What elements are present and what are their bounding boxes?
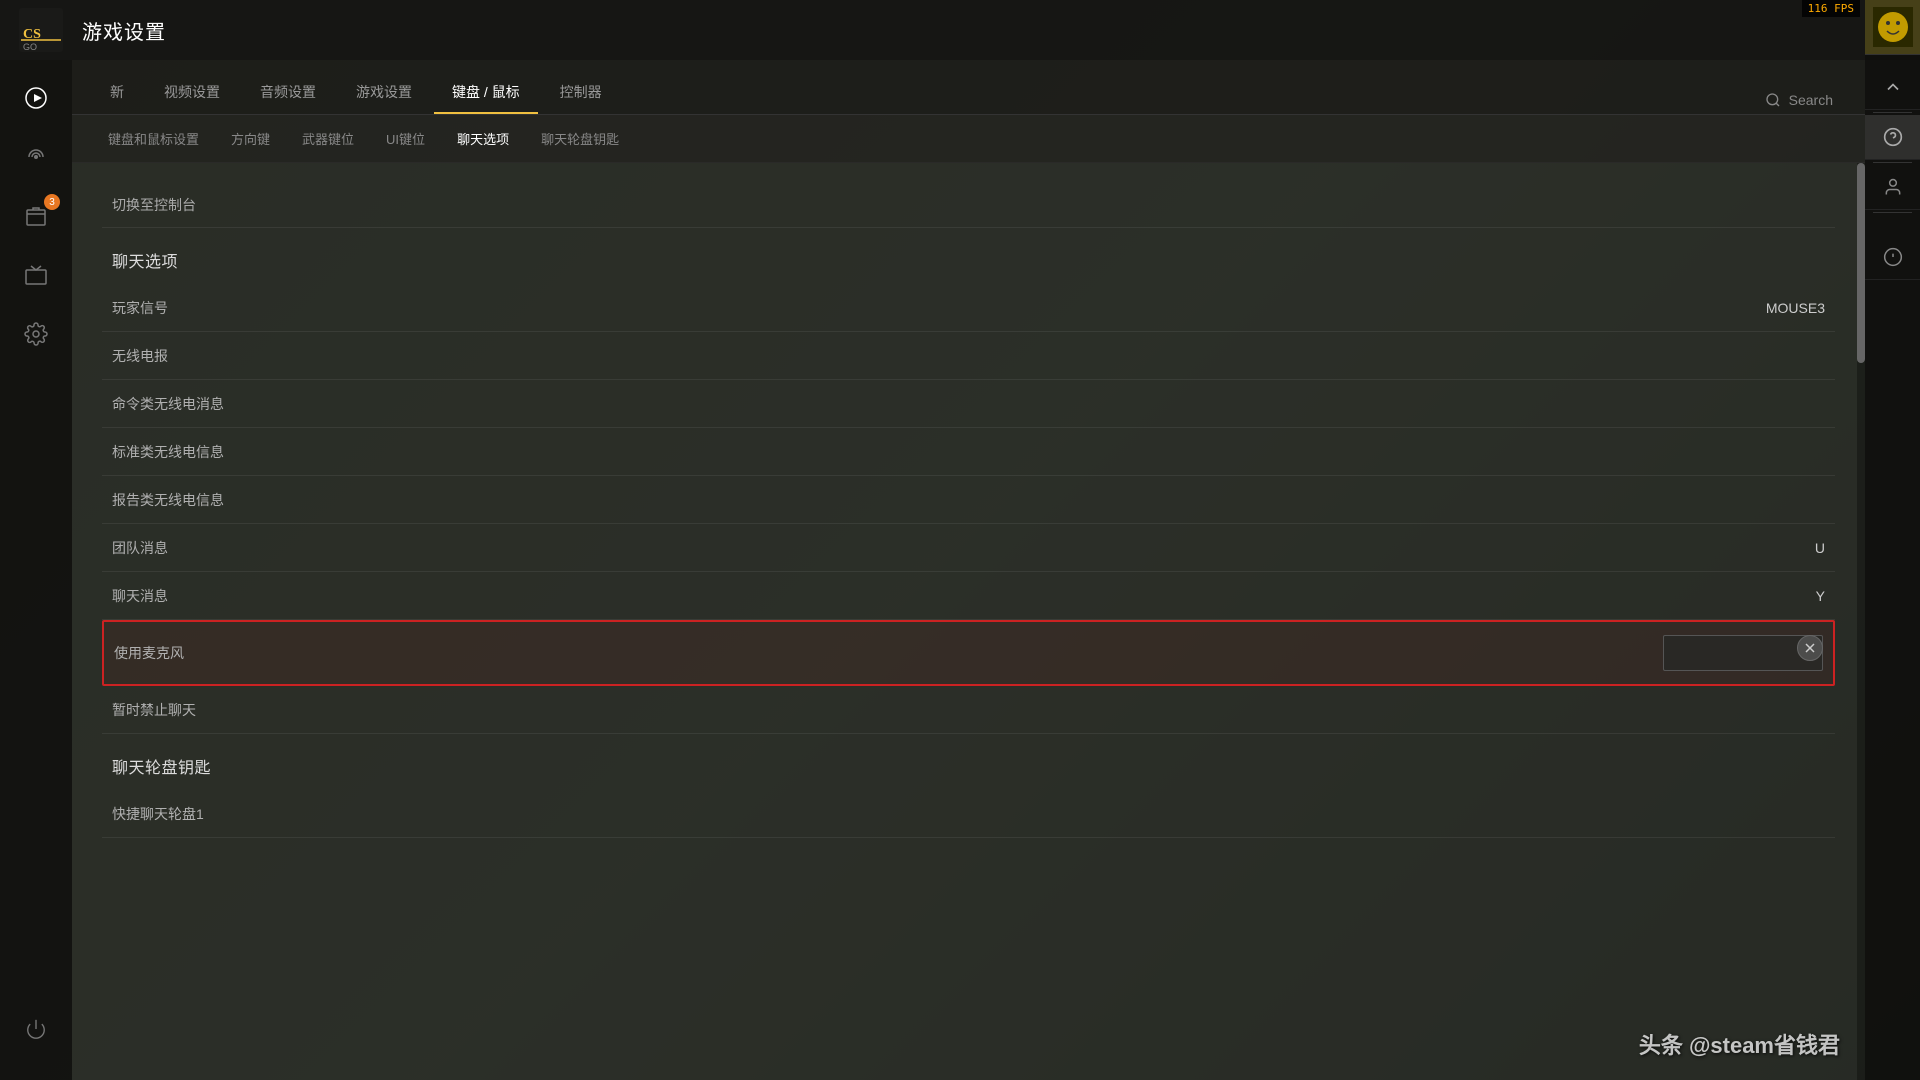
truncated-row-label: 切换至控制台 (112, 195, 1825, 215)
row-team-message-label: 团队消息 (112, 538, 1745, 558)
row-quick-chat-wheel1-label: 快捷聊天轮盘1 (112, 804, 1745, 824)
settings-content: 切换至控制台 聊天选项 玩家信号 MOUSE3 无线电报 命令类无线电消息 标准… (72, 163, 1865, 1080)
help-icon[interactable] (1865, 115, 1920, 160)
scroll-thumb[interactable] (1857, 163, 1865, 363)
row-report-radio-label: 报告类无线电信息 (112, 490, 1745, 510)
tab-video[interactable]: 视频设置 (146, 72, 238, 114)
tab-game[interactable]: 游戏设置 (338, 72, 430, 114)
sidebar-power-area (6, 1001, 66, 1060)
search-box[interactable]: Search (1753, 86, 1845, 114)
row-player-signal: 玩家信号 MOUSE3 (102, 284, 1835, 332)
page-title: 游戏设置 (82, 16, 166, 45)
row-chat-message-value: Y (1745, 588, 1825, 604)
search-label: Search (1789, 92, 1833, 108)
row-command-radio-label: 命令类无线电消息 (112, 394, 1745, 414)
section-header-chat-wheel: 聊天轮盘钥匙 (102, 734, 1835, 790)
sidebar-item-inventory[interactable]: 3 (6, 188, 66, 243)
scrollbar[interactable] (1857, 163, 1865, 1080)
cs-logo: CS GO (16, 5, 66, 55)
sidebar-divider-2 (1873, 162, 1912, 163)
truncated-row: 切换至控制台 (102, 183, 1835, 228)
row-team-message-value: U (1745, 540, 1825, 556)
top-bar: CS GO 游戏设置 (0, 0, 1920, 60)
subtab-keyboard-settings[interactable]: 键盘和鼠标设置 (92, 121, 215, 156)
row-player-signal-label: 玩家信号 (112, 298, 1745, 318)
row-player-signal-value: MOUSE3 (1745, 300, 1825, 316)
section-header-chat-options: 聊天选项 (102, 228, 1835, 284)
main-content: 新 视频设置 音频设置 游戏设置 键盘 / 鼠标 控制器 Search 键盘和鼠… (72, 60, 1865, 1080)
right-sidebar (1865, 0, 1920, 1080)
sidebar-item-tv[interactable] (6, 247, 66, 302)
watermark: 头条 @steam省钱君 (1639, 1028, 1840, 1060)
row-standard-radio: 标准类无线电信息 (102, 428, 1835, 476)
sidebar-item-broadcast[interactable] (6, 129, 66, 184)
row-standard-radio-label: 标准类无线电信息 (112, 442, 1745, 462)
svg-text:GO: GO (23, 42, 37, 52)
subtab-weapon-keys[interactable]: 武器键位 (286, 121, 370, 156)
sidebar-item-settings[interactable] (6, 306, 66, 361)
row-mute-chat: 暂时禁止聊天 (102, 686, 1835, 734)
row-mute-chat-label: 暂时禁止聊天 (112, 700, 1745, 720)
subtab-direction-keys[interactable]: 方向键 (215, 121, 286, 156)
tab-new[interactable]: 新 (92, 72, 142, 114)
subtab-ui-keys[interactable]: UI键位 (370, 121, 441, 156)
row-chat-message: 聊天消息 Y (102, 572, 1835, 620)
nav-tabs: 新 视频设置 音频设置 游戏设置 键盘 / 鼠标 控制器 Search (72, 60, 1865, 115)
row-quick-chat-wheel1: 快捷聊天轮盘1 (102, 790, 1835, 838)
row-radio-label: 无线电报 (112, 346, 1745, 366)
subtab-chat-options[interactable]: 聊天选项 (441, 121, 525, 156)
mic-key-input[interactable] (1663, 635, 1823, 671)
row-chat-message-label: 聊天消息 (112, 586, 1745, 606)
user-avatar[interactable] (1865, 0, 1920, 55)
row-use-mic-label: 使用麦克风 (114, 643, 1663, 663)
fps-counter: 116 FPS (1802, 0, 1860, 17)
info-icon[interactable] (1865, 235, 1920, 280)
user-icon[interactable] (1865, 165, 1920, 210)
sidebar-item-power[interactable] (6, 1001, 66, 1056)
tab-audio[interactable]: 音频设置 (242, 72, 334, 114)
mic-clear-button[interactable] (1797, 635, 1823, 661)
tab-keyboard-mouse[interactable]: 键盘 / 鼠标 (434, 72, 538, 114)
subtab-chat-wheel-keys[interactable]: 聊天轮盘钥匙 (525, 121, 635, 156)
sidebar-divider-3 (1873, 212, 1912, 213)
row-command-radio: 命令类无线电消息 (102, 380, 1835, 428)
sidebar-divider-1 (1873, 112, 1912, 113)
sidebar-item-play[interactable] (6, 70, 66, 125)
row-team-message: 团队消息 U (102, 524, 1835, 572)
row-use-mic[interactable]: 使用麦克风 (102, 620, 1835, 686)
row-radio: 无线电报 (102, 332, 1835, 380)
tab-controller[interactable]: 控制器 (542, 72, 620, 114)
inventory-badge: 3 (44, 194, 60, 210)
row-report-radio: 报告类无线电信息 (102, 476, 1835, 524)
chevron-up-icon[interactable] (1865, 65, 1920, 110)
left-sidebar: 3 (0, 60, 72, 1080)
sub-tabs: 键盘和鼠标设置 方向键 武器键位 UI键位 聊天选项 聊天轮盘钥匙 (72, 115, 1865, 163)
